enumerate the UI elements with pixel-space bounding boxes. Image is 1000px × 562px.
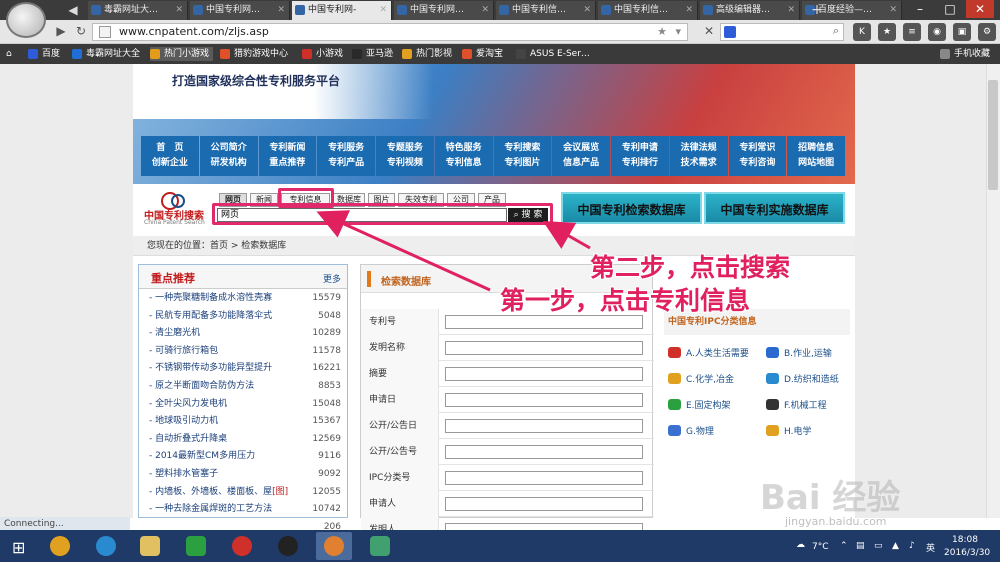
temperature: 7°C bbox=[812, 542, 829, 552]
tray-volume-icon[interactable]: ♪ bbox=[909, 541, 915, 551]
tray-battery-icon[interactable]: ▭ bbox=[874, 541, 883, 551]
recycle-icon bbox=[370, 536, 390, 556]
baidu-watermark-url: jingyan.baidu.com bbox=[785, 515, 887, 528]
v-icon bbox=[232, 536, 252, 556]
taskbar-ie[interactable] bbox=[88, 532, 124, 560]
taskbar-app-1[interactable] bbox=[42, 532, 78, 560]
taskbar-recycle[interactable] bbox=[362, 532, 398, 560]
browser-logo-icon[interactable] bbox=[6, 2, 46, 38]
weather-icon[interactable]: ☁ bbox=[796, 540, 805, 550]
qq-icon bbox=[278, 536, 298, 556]
taskbar-qq[interactable] bbox=[270, 532, 306, 560]
taskbar-browser[interactable] bbox=[316, 532, 352, 560]
tray-network-icon[interactable]: ▤ bbox=[856, 541, 865, 551]
tray-signal-icon[interactable]: ▲ bbox=[892, 541, 899, 551]
step-two-annotation: 第二步，点击搜索 bbox=[590, 253, 791, 282]
windows-taskbar: ⊞ ☁ 7°C ⌃ ▤ ▭ ▲ ♪ 英 18:08 2016/3/30 bbox=[0, 530, 1000, 562]
ime-indicator[interactable]: 英 bbox=[926, 541, 935, 554]
taskbar-store[interactable] bbox=[178, 532, 214, 560]
arrow-step-one bbox=[316, 210, 491, 292]
step-one-annotation: 第一步，点击专利信息 bbox=[500, 286, 751, 315]
store-icon bbox=[186, 536, 206, 556]
app-icon bbox=[50, 536, 70, 556]
windows-icon: ⊞ bbox=[12, 538, 26, 557]
baidu-watermark: Bai 经验 bbox=[760, 478, 901, 518]
folder-icon bbox=[140, 536, 160, 556]
clock-date[interactable]: 2016/3/30 bbox=[944, 548, 990, 558]
taskbar-vivaldi[interactable] bbox=[224, 532, 260, 560]
start-button[interactable]: ⊞ bbox=[2, 532, 38, 560]
clock-time[interactable]: 18:08 bbox=[952, 535, 978, 545]
arrow-step-two bbox=[542, 221, 591, 250]
taskbar-explorer[interactable] bbox=[132, 532, 168, 560]
browser-icon bbox=[324, 536, 344, 556]
status-bar: Connecting... bbox=[0, 517, 130, 531]
ie-icon bbox=[96, 536, 116, 556]
tray-up-icon[interactable]: ⌃ bbox=[840, 541, 848, 551]
